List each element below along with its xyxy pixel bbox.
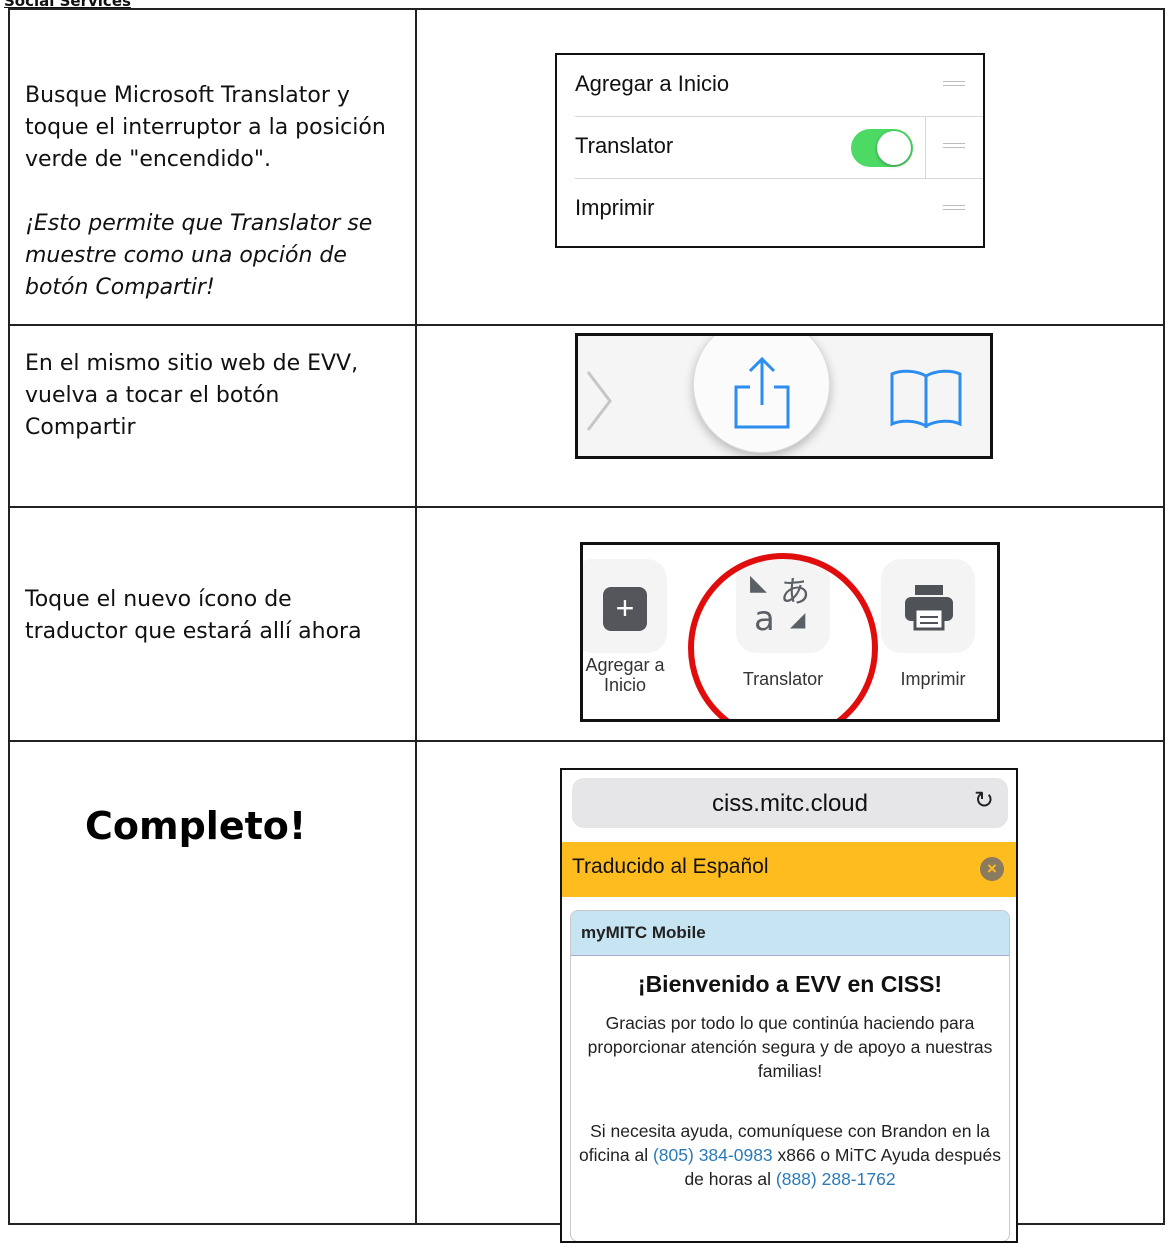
print-tile[interactable] — [881, 559, 975, 653]
drag-handle-icon[interactable] — [943, 143, 965, 151]
card-header-text: myMITC Mobile — [581, 923, 706, 942]
share-button[interactable] — [693, 336, 830, 453]
card-header: myMITC Mobile — [571, 911, 1009, 956]
phone-link-office[interactable]: (805) 384-0983 — [653, 1145, 773, 1165]
tile-label: Imprimir — [900, 669, 966, 689]
step-instruction: Busque Microsoft Translator y toque el i… — [25, 80, 395, 304]
settings-label: Agregar a Inicio — [575, 71, 730, 96]
address-bar[interactable]: ciss.mitc.cloud ↻ — [572, 778, 1008, 828]
translation-banner: Traducido al Español × — [562, 842, 1016, 897]
settings-row-print[interactable]: Imprimir — [557, 179, 983, 241]
reload-icon[interactable]: ↻ — [974, 786, 994, 815]
settings-label: Imprimir — [575, 195, 655, 220]
welcome-card: myMITC Mobile ¡Bienvenido a EVV en CISS!… — [570, 910, 1010, 1241]
share-sheet: + Agregar a Inicio ◣ あ a ◢ Translator Im… — [580, 542, 1000, 722]
row-share-button: En el mismo sitio web de EVV, vuelva a t… — [10, 326, 1163, 508]
welcome-heading: ¡Bienvenido a EVV en CISS! — [637, 971, 943, 997]
translator-toggle[interactable] — [851, 129, 913, 167]
step-instruction: Toque el nuevo ícono de traductor que es… — [25, 584, 395, 648]
instruction-text: Toque el nuevo ícono de traductor que es… — [25, 587, 362, 644]
instruction-table: Busque Microsoft Translator y toque el i… — [8, 8, 1165, 1243]
share-settings-list: Agregar a Inicio Translator Imprimir — [555, 53, 985, 248]
chevron-right-icon[interactable] — [584, 366, 614, 436]
row-tap-translator: Toque el nuevo ícono de traductor que es… — [10, 508, 1163, 742]
printer-icon — [905, 585, 953, 631]
row-complete: Completo! ciss.mitc.cloud ↻ Traducido al… — [10, 742, 1163, 1243]
settings-row-add-home[interactable]: Agregar a Inicio — [557, 55, 983, 117]
bookmarks-icon[interactable] — [888, 366, 964, 432]
add-to-home-tile[interactable]: + — [583, 559, 667, 653]
tile-label: Agregar a Inicio — [585, 655, 665, 695]
phone-link-after-hours[interactable]: (888) 288-1762 — [776, 1169, 896, 1189]
share-icon — [734, 356, 790, 429]
settings-row-translator[interactable]: Translator — [557, 117, 983, 179]
highlight-circle — [688, 553, 878, 719]
instruction-note: ¡Esto permite que Translator se muestre … — [25, 211, 373, 300]
thanks-paragraph: Gracias por todo lo que continúa haciend… — [587, 1013, 993, 1081]
instruction-text: En el mismo sitio web de EVV, vuelva a t… — [25, 351, 359, 440]
complete-title: Completo! — [85, 804, 307, 848]
help-paragraph: Si necesita ayuda, comuníquese con Brand… — [577, 1119, 1003, 1191]
settings-label: Translator — [575, 133, 674, 158]
close-icon[interactable]: × — [980, 857, 1004, 881]
step-instruction: En el mismo sitio web de EVV, vuelva a t… — [25, 348, 395, 444]
drag-handle-icon[interactable] — [943, 205, 965, 213]
plus-icon: + — [603, 587, 647, 631]
phone-screenshot: ciss.mitc.cloud ↻ Traducido al Español ×… — [560, 768, 1018, 1243]
instruction-text: Busque Microsoft Translator y toque el i… — [25, 83, 386, 172]
safari-toolbar — [575, 333, 993, 459]
banner-text: Traducido al Español — [572, 855, 769, 878]
drag-handle-icon[interactable] — [943, 81, 965, 89]
url-text: ciss.mitc.cloud — [711, 790, 869, 817]
row-enable-translator: Busque Microsoft Translator y toque el i… — [10, 10, 1163, 326]
